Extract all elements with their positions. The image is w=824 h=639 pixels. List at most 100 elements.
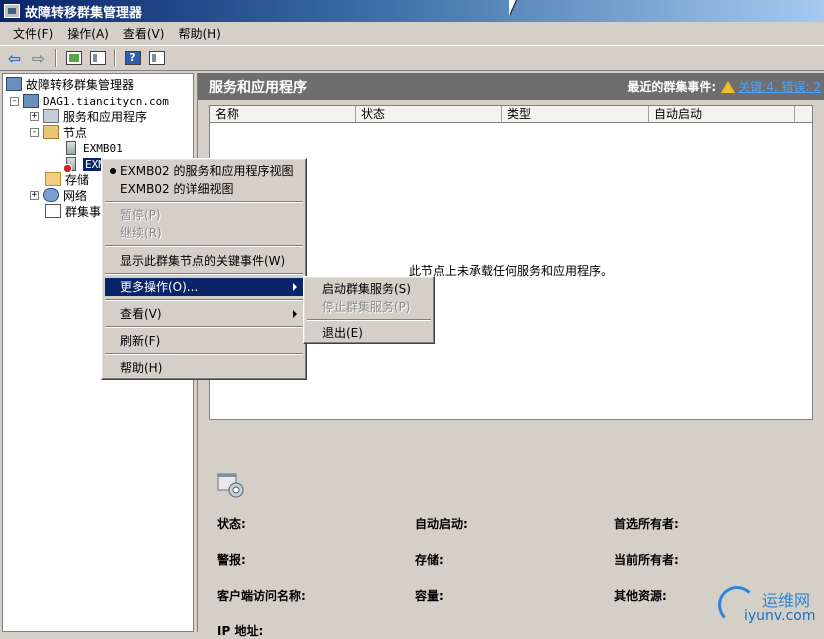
tree-item-label: 存储 <box>65 172 90 187</box>
menu-item-label: 暂停(P) <box>120 208 161 222</box>
collapse-toggle[interactable]: - <box>30 127 39 137</box>
column-header-type[interactable]: 类型 <box>502 106 649 122</box>
menu-item-label: 查看(V) <box>120 307 162 321</box>
server-error-icon <box>63 157 76 173</box>
action-pane-icon[interactable] <box>146 48 167 68</box>
tree-item-storage[interactable]: 存储 <box>45 171 89 187</box>
menu-separator <box>105 326 303 328</box>
recent-events-link[interactable]: 关键:4, 错误: 2 <box>738 78 821 95</box>
recent-events: 最近的群集事件: 关键:4, 错误: 2 <box>627 78 821 95</box>
menu-item-label: 帮助(H) <box>120 361 163 375</box>
menu-item-show-critical-events[interactable]: 显示此群集节点的关键事件(W) <box>105 252 303 270</box>
collapse-toggle[interactable]: - <box>10 96 19 106</box>
results-header: 服务和应用程序 最近的群集事件: 关键:4, 错误: 2 <box>198 73 824 100</box>
menu-item-label: 停止群集服务(P) <box>322 300 411 314</box>
nodes-folder-icon <box>43 125 59 139</box>
service-detail-icon <box>217 473 244 498</box>
menubar: 文件(F) 操作(A) 查看(V) 帮助(H) <box>0 22 824 44</box>
menu-item-help[interactable]: 帮助(H) <box>105 359 303 377</box>
menu-item-label: EXMB02 的服务和应用程序视图 <box>120 164 294 178</box>
menu-item-label: 更多操作(O)... <box>120 280 199 294</box>
help-icon[interactable]: ? <box>122 48 143 68</box>
mouse-cursor-icon <box>509 0 516 16</box>
menu-item-label: 退出(E) <box>322 326 363 340</box>
forward-arrow-icon[interactable]: ⇨ <box>28 48 49 68</box>
tree-item-label: 群集事 <box>65 204 102 219</box>
submenu-arrow-icon <box>293 283 297 291</box>
toolbar-separator <box>55 49 57 67</box>
tree-item-node-exmb01[interactable]: EXMB01 <box>63 140 123 156</box>
menu-separator <box>105 201 303 203</box>
menu-item-stop-cluster-service: 停止群集服务(P) <box>307 298 431 316</box>
tree-item-label: 网络 <box>63 188 88 203</box>
services-applications-icon <box>43 109 59 123</box>
detail-alerts: 警报: <box>217 553 246 567</box>
window-title: 故障转移群集管理器 <box>25 5 143 21</box>
tree-item-root[interactable]: 故障转移群集管理器 <box>6 76 134 92</box>
tree-item-label: 服务和应用程序 <box>63 109 148 124</box>
toolbar-separator <box>114 49 116 67</box>
menu-item-refresh[interactable]: 刷新(F) <box>105 332 303 350</box>
cluster-icon <box>23 94 39 108</box>
menu-separator <box>105 353 303 355</box>
menu-separator <box>307 319 431 321</box>
tree-item-label: EXMB01 <box>83 141 123 155</box>
window-titlebar[interactable]: 故障转移群集管理器 <box>0 0 824 22</box>
menu-item-label: EXMB02 的详细视图 <box>120 182 234 196</box>
recent-events-label: 最近的群集事件: <box>627 80 717 94</box>
tree-item-label: 故障转移群集管理器 <box>26 77 135 92</box>
empty-list-message: 此节点上未承载任何服务和应用程序。 <box>409 264 614 278</box>
detail-status: 状态: <box>217 517 246 531</box>
column-header-status[interactable]: 状态 <box>356 106 502 122</box>
menu-item-label: 刷新(F) <box>120 334 161 348</box>
tree-item-cluster-events[interactable]: 群集事 <box>45 203 101 219</box>
menu-separator <box>105 245 303 247</box>
menu-separator <box>105 273 303 275</box>
watermark-url: iyunv.com <box>744 608 816 624</box>
selected-bullet-icon <box>110 168 116 174</box>
expand-toggle[interactable]: + <box>30 111 39 121</box>
toolbar: ⇦ ⇨ ? <box>0 45 824 71</box>
tree-item-nodes[interactable]: - 节点 <box>30 124 87 140</box>
menu-item-view[interactable]: 查看(V) <box>105 305 303 323</box>
menu-item-more-actions[interactable]: 更多操作(O)... <box>105 278 303 296</box>
list-header: 名称 状态 类型 自动启动 <box>210 106 812 123</box>
menu-item-label: 显示此群集节点的关键事件(W) <box>120 254 286 268</box>
menu-item-pause: 暂停(P) <box>105 206 303 224</box>
cluster-manager-icon <box>6 77 22 91</box>
menu-item-label: 继续(R) <box>120 226 162 240</box>
server-icon <box>66 141 76 155</box>
show-hide-tree-icon[interactable] <box>87 48 108 68</box>
detail-current-owner: 当前所有者: <box>614 553 679 567</box>
column-header-autostart[interactable]: 自动启动 <box>649 106 795 122</box>
menu-item-detail-view[interactable]: EXMB02 的详细视图 <box>105 180 303 198</box>
menu-item-services-view[interactable]: EXMB02 的服务和应用程序视图 <box>105 162 303 180</box>
expand-toggle[interactable]: + <box>30 190 39 200</box>
menu-action[interactable]: 操作(A) <box>60 25 116 42</box>
detail-capacity: 容量: <box>415 589 444 603</box>
detail-other-resources: 其他资源: <box>614 589 667 603</box>
menu-item-evict[interactable]: 退出(E) <box>307 324 431 342</box>
menu-file[interactable]: 文件(F) <box>6 25 60 42</box>
tree-item-services[interactable]: + 服务和应用程序 <box>30 108 147 124</box>
detail-autostart: 自动启动: <box>415 517 468 531</box>
menu-help[interactable]: 帮助(H) <box>171 25 227 42</box>
menu-item-start-cluster-service[interactable]: 启动群集服务(S) <box>307 280 431 298</box>
storage-icon <box>45 172 61 186</box>
results-title: 服务和应用程序 <box>209 79 307 96</box>
detail-client-access-name: 客户端访问名称: <box>217 589 306 603</box>
menu-item-resume: 继续(R) <box>105 224 303 242</box>
detail-storage: 存储: <box>415 553 444 567</box>
menu-view[interactable]: 查看(V) <box>116 25 172 42</box>
menu-item-label: 启动群集服务(S) <box>322 282 411 296</box>
cluster-manager-app-icon <box>4 4 20 18</box>
more-actions-submenu: 启动群集服务(S) 停止群集服务(P) 退出(E) <box>303 276 435 344</box>
site-watermark: 运维网 iyunv.com <box>716 584 820 630</box>
back-arrow-icon[interactable]: ⇦ <box>4 48 25 68</box>
tree-item-network[interactable]: + 网络 <box>30 187 87 203</box>
column-header-name[interactable]: 名称 <box>210 106 356 122</box>
network-icon <box>43 188 59 202</box>
submenu-arrow-icon <box>293 310 297 318</box>
detail-preferred-owner: 首选所有者: <box>614 517 679 531</box>
up-folder-icon[interactable] <box>63 48 84 68</box>
